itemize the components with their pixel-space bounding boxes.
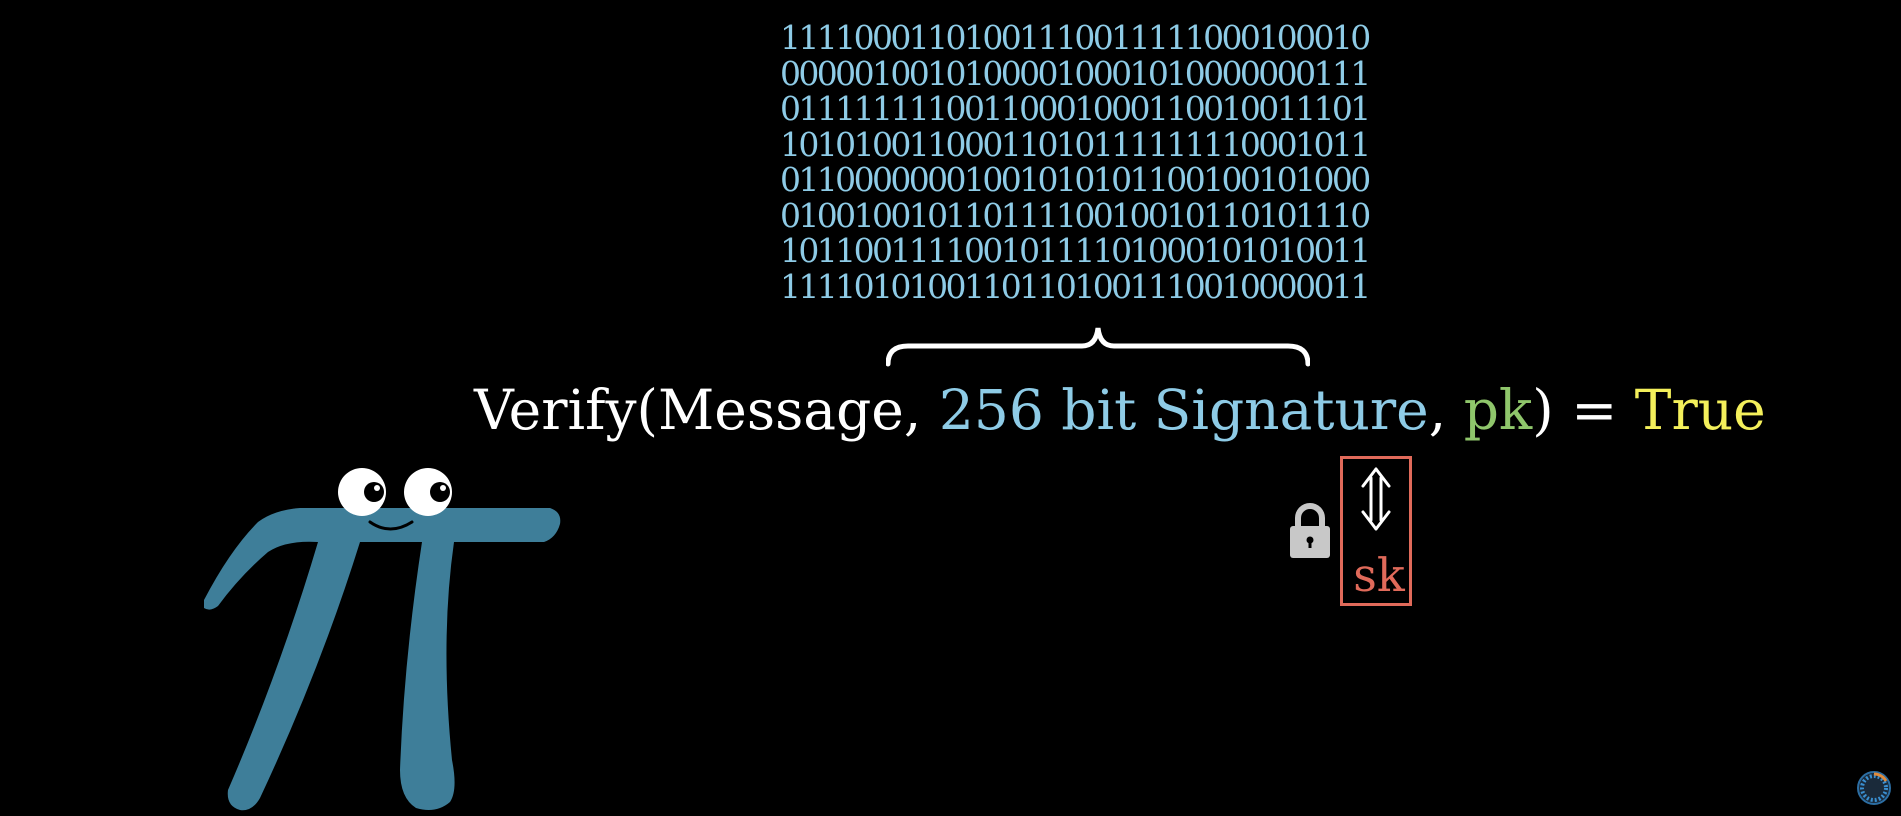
binary-row: 01100000001001010101100100101000 — [780, 160, 1371, 199]
public-key-term: pk — [1463, 378, 1533, 442]
binary-row: 10110011110010111101000101010011 — [780, 231, 1371, 270]
binary-row: 11110001101001110011111000100010 — [780, 18, 1371, 57]
signature-term: 256 bit Signature — [938, 378, 1429, 442]
loading-spinner-icon — [1857, 771, 1891, 805]
verify-function: Verify(Message, — [474, 378, 939, 442]
binary-row: 11110101001101101001110010000011 — [780, 266, 1371, 306]
binary-row: 01001001011011110010010110101110 — [780, 195, 1371, 235]
binary-row: 00000100101000010001010000000111 — [780, 53, 1371, 93]
pi-creature-mascot — [204, 468, 561, 811]
binary-row: 10101001100011010111111110001011 — [780, 124, 1371, 164]
lock-icon — [1290, 503, 1330, 558]
result-true: True — [1634, 378, 1766, 442]
binary-row: 01111111100110001000110010011101 — [780, 89, 1371, 128]
binary-signature-block: 11110001101001110011111000100010 0000010… — [780, 20, 1416, 304]
double-arrow-icon — [1361, 467, 1391, 531]
comma: , — [1428, 378, 1464, 442]
verify-equation: Verify(Message, 256 bit Signature, pk) =… — [474, 378, 1766, 442]
secret-key-label: sk — [1353, 548, 1405, 602]
equals-sign: = — [1553, 378, 1635, 442]
curly-brace — [886, 327, 1310, 367]
close-paren: ) — [1532, 378, 1554, 442]
